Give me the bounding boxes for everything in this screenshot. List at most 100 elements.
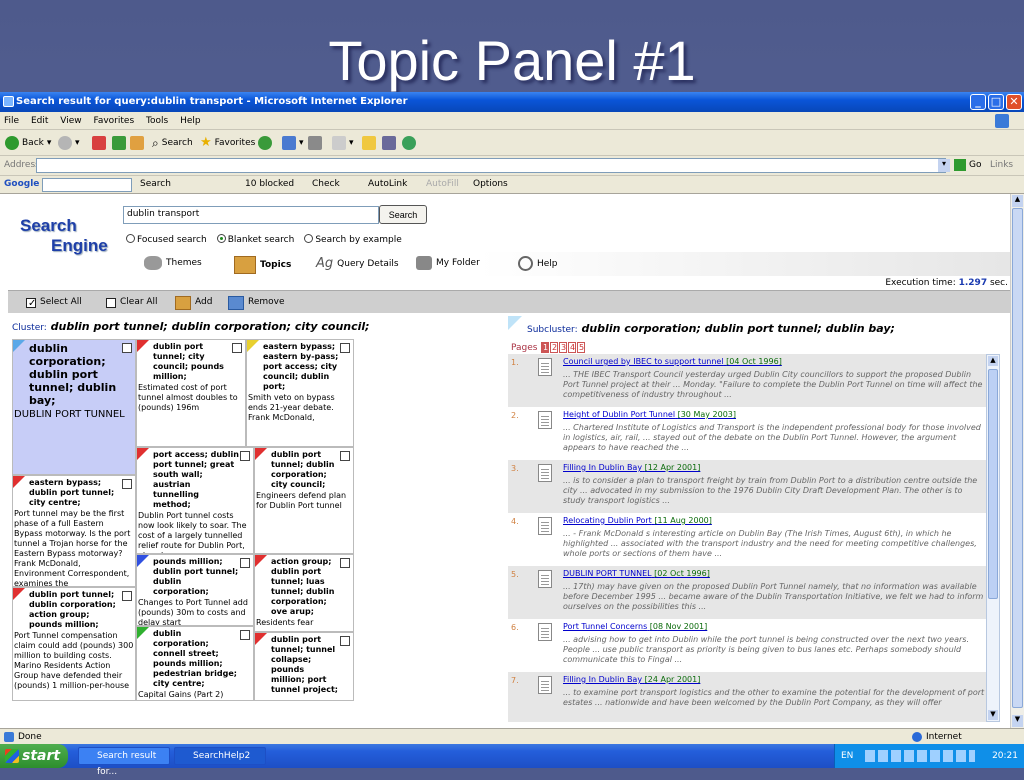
tab-my-folder[interactable]: My Folder [416, 256, 480, 270]
tray-icons[interactable] [865, 750, 975, 762]
tab-themes[interactable]: Themes [144, 256, 202, 270]
tab-help[interactable]: Help [518, 256, 558, 271]
topic-cell[interactable]: dublin port tunnel; dublin corporation; … [254, 447, 354, 554]
result-link[interactable]: Council urged by IBEC to support tunnel … [563, 357, 782, 367]
search-button[interactable]: ⌕ Search [152, 135, 193, 151]
result-link[interactable]: Filling In Dublin Bay [24 Apr 2001] [563, 675, 700, 685]
home-button[interactable] [130, 135, 144, 151]
go-button[interactable]: Go [954, 159, 981, 171]
google-search-input[interactable] [42, 178, 132, 192]
tab-query-details[interactable]: Ag Query Details [316, 256, 399, 271]
results-scrollbar[interactable]: ▲ ▼ [986, 354, 1000, 722]
topic-cell[interactable]: dublin port tunnel; dublin corporation; … [12, 587, 136, 701]
refresh-button[interactable] [112, 135, 126, 151]
tab-topics[interactable]: Topics [234, 256, 291, 274]
topic-checkbox[interactable] [340, 343, 350, 353]
address-input[interactable] [36, 158, 946, 173]
window-titlebar[interactable]: Search result for query:dublin transport… [0, 92, 1024, 112]
result-link[interactable]: Relocating Dublin Port [11 Aug 2000] [563, 516, 712, 526]
topic-cell[interactable]: pounds million; dublin port tunnel; dubl… [136, 554, 254, 626]
result-link[interactable]: Port Tunnel Concerns [08 Nov 2001] [563, 622, 707, 632]
spell-check-button[interactable]: Check [312, 179, 340, 189]
autofill-button[interactable]: AutoFill [426, 179, 459, 189]
menu-edit[interactable]: Edit [31, 116, 48, 126]
chevron-down-icon[interactable]: ▾ [938, 159, 950, 172]
edit-button[interactable]: ▾ [332, 135, 354, 151]
radio-blanket-search[interactable]: Blanket search [216, 234, 294, 245]
clear-all-button[interactable]: Clear All [106, 294, 158, 311]
topic-cell[interactable]: dublin port tunnel; city council; pounds… [136, 339, 246, 447]
topic-cell[interactable]: dublin corporation; connell street; poun… [136, 626, 254, 701]
edit-page-icon [332, 136, 346, 150]
scroll-thumb[interactable] [1012, 208, 1023, 708]
topic-checkbox[interactable] [340, 636, 350, 646]
topic-checkbox[interactable] [240, 630, 250, 640]
messenger-button[interactable] [402, 135, 416, 151]
topic-cell[interactable]: eastern bypass; dublin port tunnel; city… [12, 475, 136, 587]
history-button[interactable] [258, 135, 272, 151]
topic-cell[interactable]: port access; dublin port tunnel; great s… [136, 447, 254, 554]
page-link[interactable]: 3 [559, 342, 568, 353]
options-button[interactable]: Options [473, 179, 508, 189]
taskbar-item-searchhelp[interactable]: SearchHelp2 [174, 747, 266, 765]
page-link[interactable]: 1 [541, 342, 550, 353]
scroll-up-icon[interactable]: ▲ [1012, 195, 1023, 207]
start-button[interactable]: start [0, 744, 68, 768]
result-item: 7. Filling In Dublin Bay [24 Apr 2001] .… [508, 672, 986, 722]
select-all-button[interactable]: ✓ Select All [26, 294, 82, 311]
folder-button[interactable] [362, 135, 376, 151]
mail-button[interactable]: ▾ [282, 135, 304, 151]
add-button[interactable]: Add [175, 294, 212, 311]
search-input[interactable]: dublin transport [123, 206, 379, 224]
forward-button[interactable]: ▾ [58, 135, 80, 151]
popup-blocked-count[interactable]: 10 blocked [245, 179, 294, 189]
result-link[interactable]: Filling In Dublin Bay [12 Apr 2001] [563, 463, 700, 473]
page-link[interactable]: 5 [577, 342, 586, 353]
links-button[interactable]: Links [990, 160, 1013, 170]
language-indicator[interactable]: EN [841, 744, 853, 768]
topic-checkbox[interactable] [122, 343, 132, 353]
autolink-button[interactable]: AutoLink [368, 179, 407, 189]
scroll-thumb[interactable] [988, 369, 998, 599]
stop-button[interactable] [92, 135, 106, 151]
menu-file[interactable]: File [4, 116, 19, 126]
topic-checkbox[interactable] [240, 451, 250, 461]
topic-checkbox[interactable] [340, 558, 350, 568]
topic-cell[interactable]: action group; dublin port tunnel; luas t… [254, 554, 354, 632]
search-submit-button[interactable]: Search [379, 205, 427, 224]
topic-checkbox[interactable] [232, 343, 242, 353]
research-button[interactable] [382, 135, 396, 151]
google-search-button[interactable]: Search [140, 179, 171, 189]
research-icon [382, 136, 396, 150]
topic-cell[interactable]: dublin corporation; dublin port tunnel; … [12, 339, 136, 475]
scroll-up-icon[interactable]: ▲ [988, 356, 998, 366]
page-scrollbar[interactable]: ▲ ▼ [1010, 194, 1024, 728]
favorites-button[interactable]: ★ Favorites [200, 135, 255, 151]
empty-box-icon [106, 297, 116, 308]
minimize-button[interactable]: _ [970, 94, 986, 110]
remove-button[interactable]: Remove [228, 294, 285, 311]
topic-checkbox[interactable] [122, 479, 132, 489]
menu-help[interactable]: Help [180, 116, 201, 126]
close-button[interactable]: ✕ [1006, 94, 1022, 110]
page-link[interactable]: 4 [568, 342, 577, 353]
print-button[interactable] [308, 135, 322, 151]
taskbar-item-ie[interactable]: Search result for... [78, 747, 170, 777]
back-button[interactable]: Back ▾ [5, 135, 51, 151]
scroll-down-icon[interactable]: ▼ [1012, 715, 1023, 727]
menu-tools[interactable]: Tools [146, 116, 168, 126]
radio-focused-search[interactable]: Focused search [126, 234, 207, 245]
topic-checkbox[interactable] [340, 451, 350, 461]
topic-checkbox[interactable] [240, 558, 250, 568]
radio-search-by-example[interactable]: Search by example [304, 234, 402, 245]
maximize-button[interactable]: □ [988, 94, 1004, 110]
topic-cell[interactable]: eastern bypass; eastern by-pass; port ac… [246, 339, 354, 447]
menu-view[interactable]: View [60, 116, 81, 126]
result-link[interactable]: Height of Dublin Port Tunnel [30 May 200… [563, 410, 736, 420]
topic-checkbox[interactable] [122, 591, 132, 601]
page-link[interactable]: 2 [550, 342, 559, 353]
topic-cell[interactable]: dublin port tunnel; tunnel collapse; pou… [254, 632, 354, 701]
scroll-down-icon[interactable]: ▼ [988, 710, 998, 720]
menu-favorites[interactable]: Favorites [93, 116, 134, 126]
result-link[interactable]: DUBLIN PORT TUNNEL [02 Oct 1996] [563, 569, 710, 579]
